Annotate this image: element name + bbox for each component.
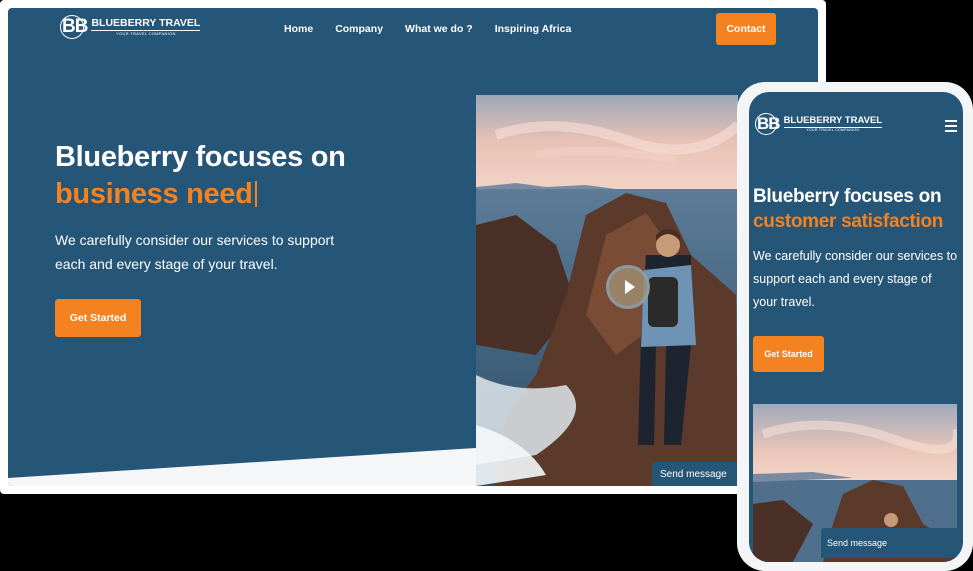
brand-name: BLUEBERRY TRAVEL	[91, 17, 201, 30]
brand-logo[interactable]: BB BLUEBERRY TRAVEL YOUR TRAVEL COMPANIO…	[60, 15, 201, 39]
play-icon[interactable]	[606, 265, 650, 309]
nav-item-home[interactable]: Home	[284, 23, 313, 35]
globe-icon: BB	[755, 113, 781, 135]
mobile-hero-headline-accent: customer satisfaction	[753, 211, 944, 232]
brand-name-mobile: BLUEBERRY TRAVEL	[783, 115, 883, 126]
mobile-screen: BB BLUEBERRY TRAVEL YOUR TRAVEL COMPANIO…	[749, 92, 963, 562]
nav-item-company[interactable]: Company	[335, 23, 383, 35]
nav-item-what-we-do[interactable]: What we do ?	[405, 23, 473, 35]
globe-icon: BB	[60, 15, 88, 39]
hero-video-thumbnail[interactable]	[476, 95, 738, 486]
hamburger-menu-icon[interactable]	[945, 120, 957, 132]
brand-logo-mobile[interactable]: BB BLUEBERRY TRAVEL YOUR TRAVEL COMPANIO…	[755, 113, 883, 135]
hero-description: We carefully consider our services to su…	[55, 232, 335, 272]
send-message-button-mobile[interactable]: Send message	[821, 528, 957, 558]
mobile-hero-headline: Blueberry focuses on customer satisfacti…	[753, 186, 944, 232]
hero-headline-accent: business need	[55, 178, 253, 210]
contact-button[interactable]: Contact	[716, 13, 776, 45]
nav-item-inspiring-africa[interactable]: Inspiring Africa	[495, 23, 572, 35]
mobile-get-started-button[interactable]: Get Started	[753, 336, 824, 372]
main-nav: Home Company What we do ? Inspiring Afri…	[284, 23, 571, 35]
send-message-button-desktop[interactable]: Send message	[652, 462, 738, 486]
hero-headline: Blueberry focuses on business need	[55, 141, 346, 210]
typing-caret	[254, 181, 257, 207]
brand-tagline: YOUR TRAVEL COMPANION	[91, 29, 201, 36]
mobile-hero-description: We carefully consider our services to su…	[753, 249, 958, 309]
get-started-button[interactable]: Get Started	[55, 299, 141, 337]
brand-tagline-mobile: YOUR TRAVEL COMPANION	[783, 126, 883, 133]
desktop-screen: BB BLUEBERRY TRAVEL YOUR TRAVEL COMPANIO…	[8, 8, 818, 486]
